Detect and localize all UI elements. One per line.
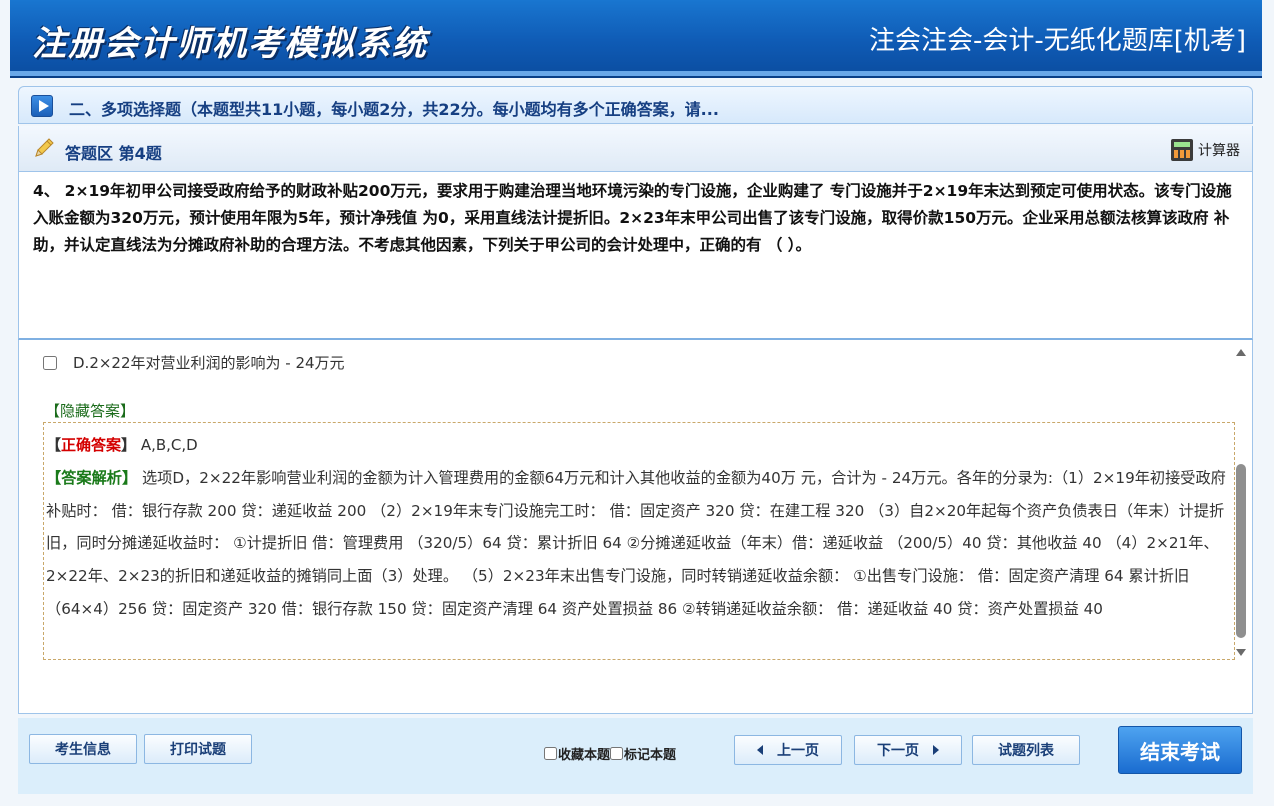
question-flags: 收藏本题 标记本题 xyxy=(544,744,676,763)
answer-analysis-label: 答案解析 xyxy=(61,469,122,487)
arrow-right-icon xyxy=(933,745,939,755)
candidate-info-button[interactable]: 考生信息 xyxy=(29,734,137,764)
prev-page-button[interactable]: 上一页 xyxy=(734,735,842,765)
correct-answer-row: 【正确答案】 A,B,C,D xyxy=(46,436,198,454)
hide-answer-link[interactable]: 【隐藏答案】 xyxy=(45,400,135,421)
favorite-checkbox[interactable] xyxy=(544,747,557,760)
app-title: 注册会计师机考模拟系统 xyxy=(32,24,428,64)
prev-page-label: 上一页 xyxy=(777,743,819,759)
answer-box: 【正确答案】 A,B,C,D 【答案解析】 选项D，2×22年影响营业利润的金额… xyxy=(43,422,1235,660)
pencil-icon xyxy=(35,138,54,157)
vertical-scrollbar[interactable] xyxy=(1235,346,1247,658)
play-icon[interactable] xyxy=(31,95,53,117)
option-d[interactable]: D.2×22年对营业利润的影响为 - 24万元 xyxy=(43,352,345,373)
calculator-button[interactable]: 计算器 xyxy=(1171,138,1240,162)
section-title: 二、多项选择题（本题型共11小题，每小题2分，共22分。每小题均有多个正确答案，… xyxy=(69,100,719,119)
arrow-left-icon xyxy=(757,745,763,755)
question-list-button[interactable]: 试题列表 xyxy=(972,735,1080,765)
correct-answer-label: 正确答案 xyxy=(61,436,122,454)
scroll-up-icon[interactable] xyxy=(1235,346,1247,358)
option-d-label: D.2×22年对营业利润的影响为 - 24万元 xyxy=(73,354,345,372)
next-page-label: 下一页 xyxy=(877,743,919,759)
question-panel: 4、 2×19年初甲公司接受政府给予的财政补贴200万元，要求用于购建治理当地环… xyxy=(18,172,1253,340)
scroll-down-icon[interactable] xyxy=(1235,646,1247,658)
print-paper-button[interactable]: 打印试题 xyxy=(144,734,252,764)
answer-analysis-text: 选项D，2×22年影响营业利润的金额为计入管理费用的金额64万元和计入其他收益的… xyxy=(46,469,1226,618)
correct-answer-value: A,B,C,D xyxy=(140,436,198,454)
app-header: 注册会计师机考模拟系统 注会注会-会计-无纸化题库[机考] xyxy=(10,0,1262,78)
answer-area-header: 答题区 第4题 计算器 xyxy=(18,126,1253,172)
next-page-button[interactable]: 下一页 xyxy=(854,735,962,765)
calculator-icon xyxy=(1171,139,1193,161)
end-exam-button[interactable]: 结束考试 xyxy=(1118,726,1242,774)
mark-checkbox[interactable] xyxy=(610,747,624,760)
answer-pane: D.2×22年对营业利润的影响为 - 24万元 【隐藏答案】 【正确答案】 A,… xyxy=(18,340,1253,714)
footer-toolbar: 考生信息 打印试题 收藏本题 标记本题 上一页 下一页 试题列表 结束考试 xyxy=(18,718,1253,794)
calculator-label: 计算器 xyxy=(1198,143,1240,159)
scroll-thumb[interactable] xyxy=(1236,464,1246,638)
answer-analysis: 【答案解析】 选项D，2×22年影响营业利润的金额为计入管理费用的金额64万元和… xyxy=(46,469,1226,618)
exam-subtitle: 注会注会-会计-无纸化题库[机考] xyxy=(868,26,1246,56)
favorite-label: 收藏本题 xyxy=(558,748,611,763)
question-text: 4、 2×19年初甲公司接受政府给予的财政补贴200万元，要求用于购建治理当地环… xyxy=(33,182,1232,254)
answer-area-title: 答题区 第4题 xyxy=(65,144,162,163)
section-bar: 二、多项选择题（本题型共11小题，每小题2分，共22分。每小题均有多个正确答案，… xyxy=(18,86,1253,124)
option-d-checkbox[interactable] xyxy=(43,355,57,370)
mark-label: 标记本题 xyxy=(624,748,677,763)
